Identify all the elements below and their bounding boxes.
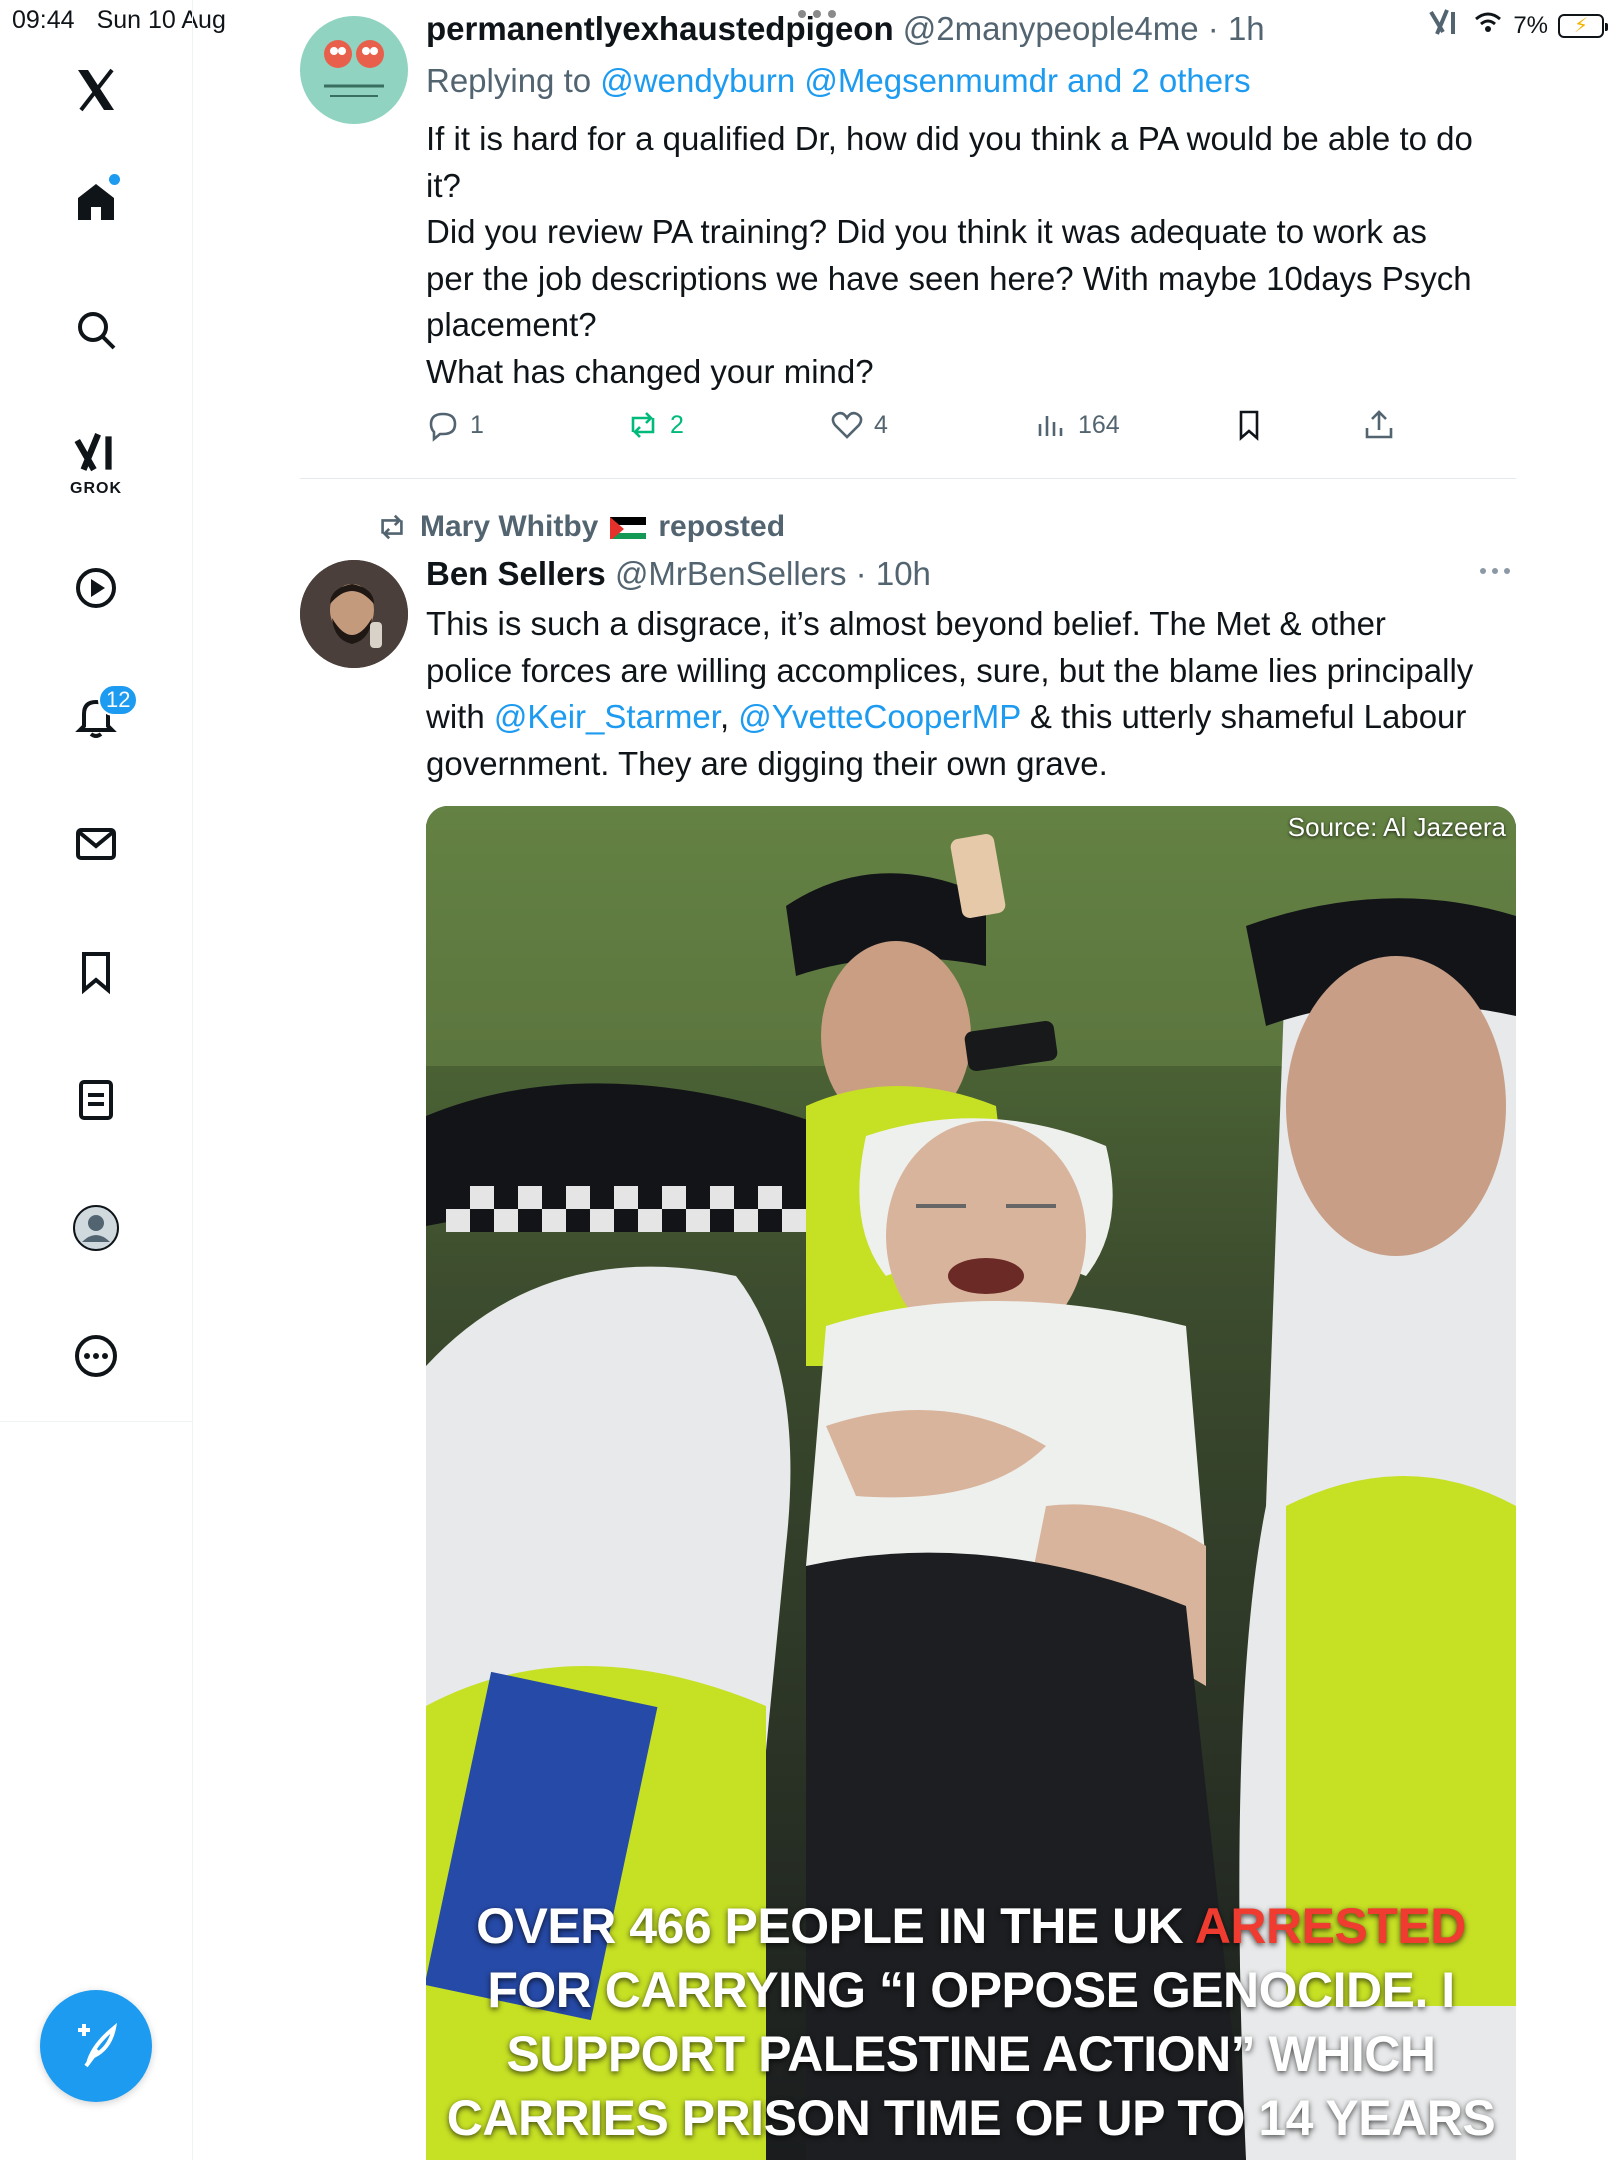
home-icon[interactable] [56,162,136,242]
tweet2-display-name[interactable]: Ben Sellers [426,555,606,592]
replying-prefix: Replying to [426,62,592,99]
wifi-icon [1473,10,1503,41]
reposted-label: reposted [658,510,786,543]
tweet-divider [300,478,1516,479]
tweet2-text-fragment: with [426,698,485,735]
grok-icon[interactable]: GROK [56,418,136,508]
headline-part: support Palestine Action” which [506,2026,1436,2082]
reposter-name[interactable]: Mary Whitby [420,510,598,544]
repost-context[interactable]: Mary Whitby reposted [376,510,785,544]
tweet2-line3: with @Keir_Starmer, @YvetteCooperMP & th… [426,694,1516,741]
bookmarks-icon[interactable] [56,932,136,1012]
lists-icon[interactable] [56,1060,136,1140]
views-count: 164 [1078,410,1120,439]
sidebar: GROK 12 [0,0,193,1422]
tweet1-line: it? [426,166,461,204]
new-posts-dot [109,174,120,185]
repost-button[interactable]: 2 [626,408,684,442]
tweet2-line4: government. They are digging their own g… [426,744,1108,782]
mention-yvette-cooper[interactable]: @YvetteCooperMP [738,698,1020,735]
x-logo-icon[interactable] [56,50,136,130]
compose-feather-icon [78,2022,118,2068]
media-headline: Over 466 people in the UK arrested for c… [426,1894,1516,2150]
like-button[interactable]: 4 [830,408,888,442]
tweet2-avatar[interactable] [300,560,408,668]
notifications-icon[interactable]: 12 [56,676,139,756]
tweet2-text-fragment: & this utterly shameful Labour [1029,698,1467,735]
reply-count: 1 [470,410,484,439]
headline-part: Over 466 people in the UK [476,1898,1184,1954]
heart-icon [831,411,863,439]
share-icon [1365,410,1393,439]
tweet2-text: This is such a disgrace, it’s almost bey… [426,601,1516,787]
repost-icon [631,412,655,438]
more-icon[interactable] [56,1316,136,1396]
sidebar-border [192,1422,193,2160]
battery-percent: 7% [1513,11,1548,39]
tweet1-line: placement? [426,306,597,343]
mention-keir-starmer[interactable]: @Keir_Starmer [494,698,720,735]
tweet-more-options-icon[interactable] [1480,568,1510,574]
palestine-flag-icon [610,515,647,539]
tweet2-header: Ben Sellers @MrBenSellers · 10h [426,555,931,592]
media-source-label: Source: Al Jazeera [1287,812,1506,842]
reply-icon [429,412,457,442]
tweet2-line1: This is such a disgrace, it’s almost bey… [426,605,1386,642]
tweet1-line: What has changed your mind? [426,352,874,390]
replying-to-users-link[interactable]: @wendyburn @Megsenmumdr and 2 others [600,62,1250,99]
grok-status-icon[interactable] [1427,6,1463,45]
bookmark-icon [1239,410,1259,441]
like-count: 4 [874,410,888,439]
tweet1-header: permanentlyexhaustedpigeon @2manypeople4… [426,10,1265,47]
repost-context-icon [381,514,403,540]
status-bar-right: 7% ⚡ [1427,6,1608,45]
notification-badge: 12 [98,684,139,716]
bookmark-button[interactable] [1232,408,1266,442]
tweet1-text: If it is hard for a qualified Dr, how di… [426,116,1516,395]
grok-label: GROK [70,480,122,497]
reply-button[interactable]: 1 [426,408,484,442]
tweet2-text-fragment: , [719,698,730,735]
tweet2-line2: police forces are willing accomplices, s… [426,651,1474,689]
tweet1-line: per the job descriptions we have seen he… [426,259,1472,297]
views-button[interactable]: 164 [1034,408,1120,442]
views-icon [1038,416,1063,436]
headline-highlight: arrested [1194,1898,1467,1954]
search-icon[interactable] [56,290,136,370]
video-icon[interactable] [56,548,136,628]
tweet1-handle[interactable]: @2manypeople4me [903,10,1199,47]
tweet2-media-image[interactable]: Source: Al Jazeera Over 466 people in th… [426,806,1516,2160]
profile-icon[interactable] [56,1188,136,1268]
repost-count: 2 [670,410,684,439]
tweet1-line: If it is hard for a qualified Dr, how di… [426,120,1473,157]
battery-icon: ⚡ [1558,13,1608,38]
messages-icon[interactable] [56,804,136,884]
tweet1-line: Did you review PA training? Did you thin… [426,213,1427,250]
tweet1-actions: 1 2 4 164 [426,408,1426,452]
share-button[interactable] [1362,408,1396,442]
tweet1-avatar[interactable] [300,16,408,124]
headline-part: for carrying “I oppose genocide. I [487,1962,1455,2018]
headline-part: carries prison time of up to 14 years [446,2090,1496,2146]
tweet1-replying-to: Replying to @wendyburn @Megsenmumdr and … [426,62,1251,100]
tweet1-time[interactable]: 1h [1228,10,1265,47]
tweet2-time[interactable]: 10h [876,555,931,592]
compose-post-button[interactable] [40,1990,152,2102]
tweet1-display-name[interactable]: permanentlyexhaustedpigeon [426,10,894,47]
tweet2-handle[interactable]: @MrBenSellers [615,555,847,592]
